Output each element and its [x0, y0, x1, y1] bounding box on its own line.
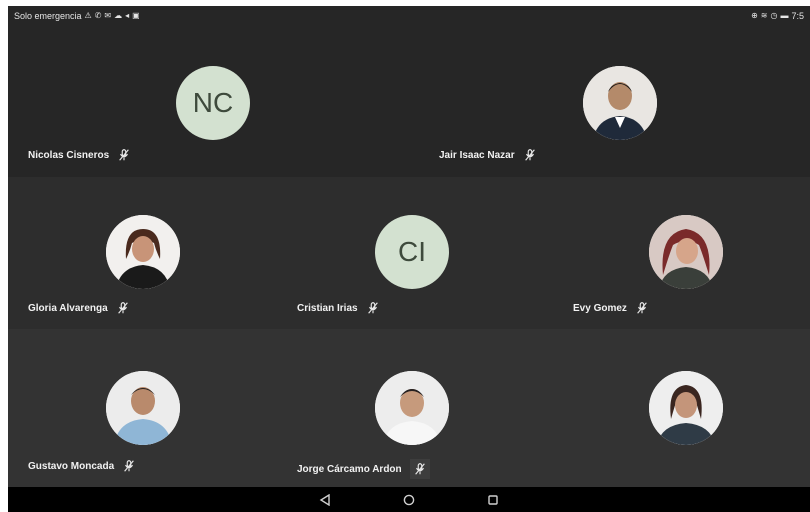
- back-button[interactable]: [318, 493, 332, 507]
- wifi-icon: ≋: [760, 11, 768, 20]
- participant-label: Gustavo Moncada: [28, 459, 136, 473]
- participant-name: Gloria Alvarenga: [28, 302, 108, 314]
- participant-label: Gloria Alvarenga: [28, 301, 130, 315]
- avatar: NC: [176, 66, 250, 140]
- mail-icon: ✉: [104, 11, 112, 20]
- meeting-screen: Solo emergencia ⚠ ✆ ✉ ☁ ◂ ▣ ⊕ ≋ ◷ ▬ 7:5 …: [8, 6, 810, 512]
- status-carrier-text: Solo emergencia: [14, 11, 82, 21]
- participant-label: Cristian Irias: [297, 301, 380, 315]
- participant-name: Cristian Irias: [297, 302, 358, 314]
- avatar-initials: NC: [192, 87, 234, 118]
- mic-muted-icon: [124, 460, 134, 472]
- person-photo-icon: [375, 371, 449, 445]
- participant-label: Jorge Cárcamo Ardon: [297, 459, 430, 479]
- participant-tile[interactable]: NC Nicolas Cisneros: [8, 26, 413, 177]
- avatar: [649, 215, 723, 289]
- battery-icon: ▬: [780, 11, 789, 20]
- participant-tile[interactable]: CI Cristian Irias: [277, 177, 547, 329]
- person-photo-icon: [649, 215, 723, 289]
- message-icon: ▣: [132, 11, 140, 20]
- participant-tile[interactable]: Jair Isaac Nazar: [413, 26, 810, 177]
- mic-muted-icon: [637, 302, 647, 314]
- participant-label: Nicolas Cisneros: [28, 148, 131, 162]
- system-nav-bar: [8, 487, 810, 512]
- avatar: CI: [375, 215, 449, 289]
- avatar: [583, 66, 657, 140]
- person-photo-icon: [106, 371, 180, 445]
- status-time: 7:5: [791, 11, 804, 21]
- participant-tile[interactable]: Evy Gomez: [547, 177, 810, 329]
- participant-tile[interactable]: Gustavo Moncada: [8, 329, 277, 487]
- mic-muted-icon: [414, 463, 425, 475]
- participant-tile[interactable]: Jorge Cárcamo Ardon: [277, 329, 547, 487]
- mic-muted-icon: [117, 302, 128, 314]
- home-icon: [403, 494, 415, 505]
- person-photo-icon: [106, 215, 180, 289]
- back-icon: [319, 493, 330, 506]
- mic-muted-button[interactable]: [409, 459, 430, 479]
- person-photo-icon: [583, 66, 657, 140]
- recents-button[interactable]: [486, 493, 500, 507]
- mic-muted-icon: [524, 149, 535, 161]
- participant-tile[interactable]: Gloria Alvarenga: [8, 177, 277, 329]
- avatar: [649, 371, 723, 445]
- alarm-icon: ◷: [770, 11, 778, 20]
- mic-muted-icon: [119, 149, 129, 161]
- status-bar: Solo emergencia ⚠ ✆ ✉ ☁ ◂ ▣ ⊕ ≋ ◷ ▬ 7:5: [8, 6, 810, 26]
- home-button[interactable]: [402, 493, 416, 507]
- person-photo-icon: [649, 371, 723, 445]
- participant-name: Nicolas Cisneros: [28, 149, 110, 161]
- avatar-initials: CI: [398, 236, 426, 267]
- participant-tile[interactable]: [547, 329, 810, 487]
- participant-name: Gustavo Moncada: [28, 460, 115, 472]
- mic-muted-icon: [367, 302, 378, 314]
- cloud-icon: ☁: [114, 11, 123, 20]
- status-bar-right: ⊕ ≋ ◷ ▬ 7:5: [751, 11, 804, 21]
- avatar: [106, 371, 180, 445]
- participant-name: Jorge Cárcamo Ardon: [297, 463, 402, 475]
- participant-name: Evy Gomez: [573, 302, 627, 314]
- vibrate-icon: ⊕: [751, 11, 758, 20]
- phone-icon: ✆: [94, 11, 102, 20]
- participant-label: Evy Gomez: [573, 301, 649, 315]
- warning-icon: ⚠: [84, 11, 92, 20]
- avatar: [106, 215, 180, 289]
- participant-label: Jair Isaac Nazar: [439, 148, 537, 162]
- signal-icon: ◂: [125, 11, 130, 20]
- recents-icon: [488, 494, 498, 505]
- participant-name: Jair Isaac Nazar: [439, 149, 515, 161]
- avatar: [375, 371, 449, 445]
- status-bar-left: Solo emergencia ⚠ ✆ ✉ ☁ ◂ ▣: [14, 11, 140, 21]
